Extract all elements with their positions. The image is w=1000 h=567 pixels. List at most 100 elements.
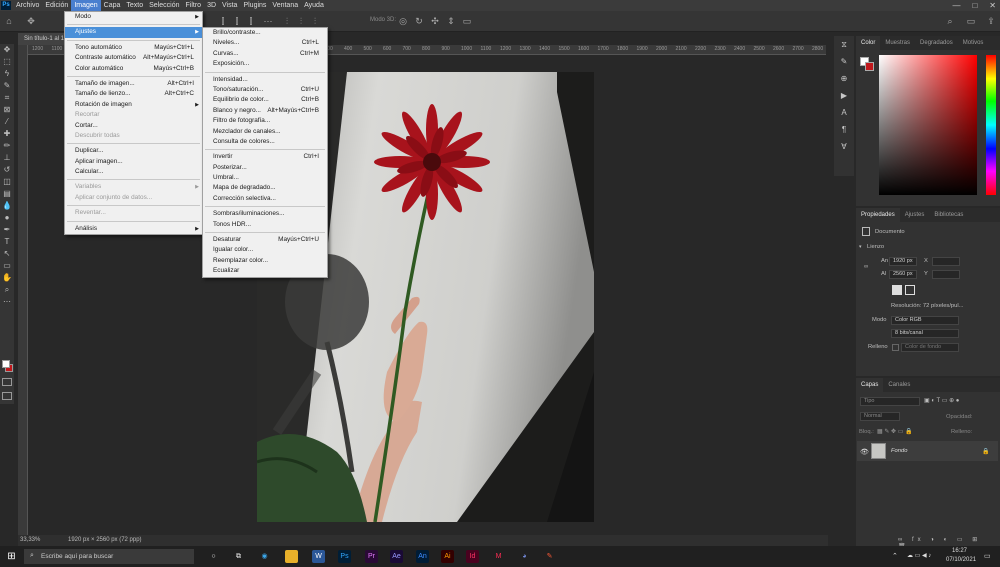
properties-panel-tab-propiedades[interactable]: Propiedades (856, 208, 900, 222)
task-view-icon[interactable]: ⧉ (232, 550, 245, 563)
imagen-menu-item[interactable]: Tamaño de imagen... Alt+Ctrl+I (65, 79, 202, 89)
height-field[interactable]: 2560 px (889, 270, 917, 279)
character-icon[interactable]: A (834, 104, 854, 121)
ajustes-menu-item[interactable]: Equilibrio de color... Ctrl+B (203, 95, 327, 105)
type-tool-icon[interactable]: T (0, 236, 14, 248)
app-m-icon[interactable]: M (492, 550, 505, 563)
align-bottom-icon[interactable]: ⫶ (310, 16, 320, 26)
chevron-down-icon[interactable]: ▾ (859, 244, 862, 250)
color-picker-field[interactable] (879, 55, 977, 195)
history-brush-icon[interactable]: ↺ (0, 164, 14, 176)
file-explorer-icon[interactable] (285, 550, 298, 563)
ajustes-menu-item[interactable]: Curvas... Ctrl+M (203, 49, 327, 59)
search-icon[interactable]: ⌕ (945, 16, 955, 26)
layers-panel-tab-capas[interactable]: Capas (856, 378, 884, 392)
ajustes-menu-item[interactable]: Invertir Ctrl+I (203, 152, 327, 162)
share-icon[interactable]: ⇪ (986, 16, 996, 26)
lock-icons[interactable]: ▦ ✎ ✥ ▭ 🔒 (877, 428, 913, 435)
minimize-button[interactable]: — (952, 1, 960, 10)
ajustes-menu-item[interactable]: Umbral... (203, 173, 327, 183)
menu-archivo[interactable]: Archivo (13, 0, 42, 11)
menu-seleccion[interactable]: Selección (146, 0, 182, 11)
ajustes-menu-item[interactable]: Posterizar... (203, 163, 327, 173)
menu-edicion[interactable]: Edición (42, 0, 71, 11)
menu-texto[interactable]: Texto (123, 0, 146, 11)
tray-icons[interactable]: ☁ ▭ ◀ ♪ (907, 552, 931, 559)
mode-select[interactable]: Color RGB (891, 316, 959, 325)
taskbar-date[interactable]: 07/10/2021 (946, 557, 976, 563)
menu-plugins[interactable]: Plugins (240, 0, 269, 11)
imagen-menu-item[interactable]: Análisis ▶ (65, 224, 202, 234)
quick-select-tool-icon[interactable]: ✎ (0, 80, 14, 92)
menu-filtro[interactable]: Filtro (183, 0, 205, 11)
layer-search-input[interactable]: Tipo (860, 397, 920, 406)
properties-panel-tab-ajustes[interactable]: Ajustes (900, 208, 930, 222)
distribute-icon[interactable]: ⋯ (263, 16, 273, 26)
ajustes-menu-item[interactable]: Igualar color... (203, 245, 327, 255)
brush-tool-icon[interactable]: ✏ (0, 140, 14, 152)
imagen-menu-item[interactable]: Cortar... (65, 121, 202, 131)
ajustes-menu-item[interactable]: Brillo/contraste... (203, 28, 327, 38)
foreground-color-swatch[interactable] (2, 360, 10, 368)
align-right-icon[interactable]: ⫿ (246, 16, 256, 26)
layer-filter-icons[interactable]: ▣ ◐ T ▭ ⊕ ● (924, 397, 996, 406)
layer-name[interactable]: Fondo (891, 448, 907, 454)
workspace-icon[interactable]: ▭ (966, 16, 976, 26)
hand-tool-icon[interactable]: ✋ (0, 272, 14, 284)
screen-mode-icon[interactable] (2, 392, 12, 400)
tray-chevron-icon[interactable]: ⌃ (892, 552, 898, 560)
width-field[interactable]: 1920 px (889, 257, 917, 266)
dodge-tool-icon[interactable]: ● (0, 212, 14, 224)
ajustes-menu-item[interactable]: Filtro de fotografía... (203, 116, 327, 126)
actions-icon[interactable]: ▶ (834, 87, 854, 104)
lasso-tool-icon[interactable]: ϟ (0, 68, 14, 80)
layer-footer-icons[interactable]: ∞ fx ◑ ◐ ▭ ⊞ 🗑 (898, 536, 998, 550)
ajustes-menu-item[interactable]: Consulta de colores... (203, 137, 327, 147)
ajustes-menu-item[interactable]: Mapa de degradado... (203, 183, 327, 193)
imagen-menu-item[interactable]: Rotación de imagen ▶ (65, 100, 202, 110)
align-center-icon[interactable]: ⫿ (232, 16, 242, 26)
menu-ayuda[interactable]: Ayuda (301, 0, 327, 11)
windows-start-icon[interactable]: ⊞ (5, 550, 18, 563)
properties-panel-tab-bibliotecas[interactable]: Bibliotecas (929, 208, 968, 222)
imagen-menu-item[interactable]: Duplicar... (65, 146, 202, 156)
background-color-chip[interactable] (865, 62, 874, 71)
align-left-icon[interactable]: ⫿ (218, 16, 228, 26)
quick-mask-icon[interactable] (2, 378, 12, 386)
ajustes-menu-item[interactable]: Niveles... Ctrl+L (203, 38, 327, 48)
imagen-menu-item[interactable]: Calcular... (65, 167, 202, 177)
menu-ventana[interactable]: Ventana (269, 0, 301, 11)
move-tool-icon[interactable]: ✥ (26, 16, 36, 26)
after-effects-taskbar-icon[interactable]: Ae (390, 550, 403, 563)
align-top-icon[interactable]: ⫶ (282, 16, 292, 26)
imagen-menu-item[interactable]: Tono automático Mayús+Ctrl+L (65, 43, 202, 53)
roll-3d-icon[interactable]: ↻ (414, 16, 424, 26)
cortana-icon[interactable]: ○ (207, 550, 220, 563)
gradient-tool-icon[interactable]: ▤ (0, 188, 14, 200)
paragraph-icon[interactable]: ¶ (834, 121, 854, 138)
document-tab[interactable]: Sin título-1 al 1 (18, 33, 71, 45)
close-button[interactable]: ✕ (989, 1, 996, 10)
path-select-tool-icon[interactable]: ↖ (0, 248, 14, 260)
more-tools-icon[interactable]: ⋯ (0, 296, 14, 308)
imagen-menu-item[interactable]: Color automático Mayús+Ctrl+B (65, 64, 202, 74)
photoshop-taskbar-icon[interactable]: Ps (338, 550, 351, 563)
align-middle-icon[interactable]: ⫶ (296, 16, 306, 26)
home-icon[interactable]: ⌂ (4, 16, 14, 26)
marquee-tool-icon[interactable]: ⬚ (0, 56, 14, 68)
app-icon[interactable]: ✎ (543, 550, 556, 563)
menu-3d[interactable]: 3D (204, 0, 219, 11)
color-panel-tab-muestras[interactable]: Muestras (880, 36, 915, 50)
glyphs-icon[interactable]: Ɐ (834, 138, 854, 155)
indesign-taskbar-icon[interactable]: Id (466, 550, 479, 563)
move-tool-icon[interactable]: ✥ (0, 44, 14, 56)
taskbar-time[interactable]: 16:27 (952, 548, 967, 554)
color-panel-tab-motivos[interactable]: Motivos (958, 36, 989, 50)
imagen-menu-item[interactable]: Ajustes ▶ (65, 27, 202, 38)
ajustes-menu-item[interactable]: Desaturar Mayús+Ctrl+U (203, 235, 327, 245)
fill-select[interactable]: Color de fondo (901, 343, 959, 352)
maximize-button[interactable]: □ (972, 1, 977, 10)
y-field[interactable] (932, 270, 960, 279)
hue-slider[interactable] (986, 55, 996, 195)
frame-tool-icon[interactable]: ⊠ (0, 104, 14, 116)
